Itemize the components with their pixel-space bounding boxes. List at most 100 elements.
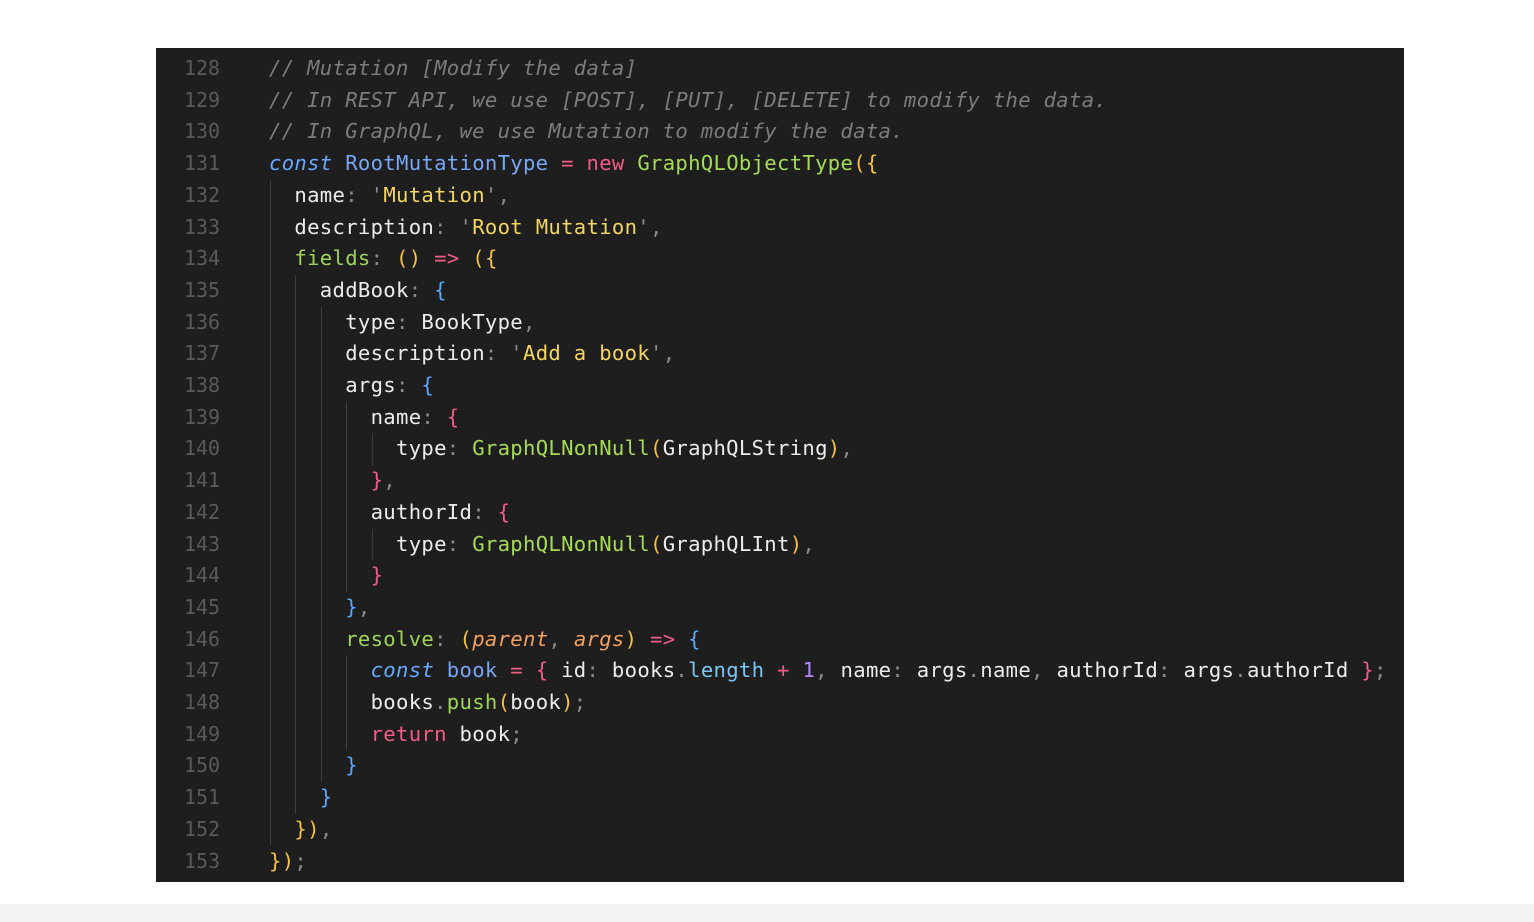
- code-token: (: [459, 626, 473, 651]
- line-number: 148: [183, 690, 221, 714]
- code-token: GraphQLString: [662, 436, 828, 461]
- code-token: Root Mutation: [472, 214, 638, 239]
- code-token: ): [789, 531, 803, 556]
- code-token: args: [345, 373, 396, 397]
- code-token: type: [396, 436, 447, 461]
- code-token: :: [586, 658, 612, 683]
- code-text: description: 'Root Mutation',: [269, 212, 663, 243]
- code-line: 148 books.push(book);: [156, 687, 1404, 718]
- code-token: BookType: [421, 309, 523, 334]
- code-line: 129 // In REST API, we use [POST], [PUT],…: [156, 85, 1404, 116]
- code-token: ': [510, 341, 523, 366]
- code-token: name: [980, 658, 1032, 683]
- code-token: }: [1361, 658, 1374, 683]
- code-token: ': [637, 214, 650, 239]
- code-token: .: [675, 658, 689, 683]
- line-number: 140: [183, 436, 221, 461]
- code-token: const: [370, 658, 435, 683]
- code-token: (): [396, 246, 422, 271]
- code-token: {: [865, 151, 879, 176]
- code-token: ,: [802, 531, 816, 556]
- code-token: :: [446, 436, 473, 461]
- code-token: authorId: [1056, 658, 1159, 683]
- code-token: ;: [510, 721, 523, 746]
- code-text: type: BookType,: [269, 307, 536, 338]
- code-token: .: [967, 658, 981, 683]
- code-token: ): [561, 690, 574, 714]
- code-token: ,: [497, 182, 511, 207]
- code-text: }: [269, 782, 333, 813]
- code-text: type: GraphQLNonNull(GraphQLString),: [269, 433, 853, 464]
- code-text: addBook: {: [269, 275, 447, 306]
- code-token: args: [916, 658, 968, 683]
- line-number: 142: [183, 499, 221, 524]
- code-token: RootMutationType: [345, 151, 549, 176]
- code-token: ): [307, 816, 320, 841]
- code-token: id: [561, 658, 587, 683]
- code-text: description: 'Add a book',: [269, 338, 675, 369]
- code-text: // In GraphQL, we use Mutation to modify…: [269, 116, 904, 147]
- code-line: 153});: [156, 846, 1404, 877]
- code-token: ): [827, 436, 841, 461]
- code-token: :: [434, 626, 460, 651]
- code-token: :: [396, 309, 422, 334]
- code-text: },: [269, 592, 371, 623]
- code-token: book: [459, 721, 511, 746]
- code-text: return book;: [269, 719, 523, 750]
- code-token: {: [497, 499, 511, 524]
- code-line: 128 // Mutation [Modify the data]: [156, 53, 1404, 84]
- code-token: Mutation: [383, 182, 485, 207]
- code-token: resolve: [345, 626, 435, 651]
- code-token: :: [1158, 658, 1184, 683]
- code-text: // In REST API, we use [POST], [PUT], [D…: [269, 85, 1107, 116]
- line-number: 135: [183, 277, 221, 302]
- code-text: name: {: [269, 402, 460, 433]
- code-token: ,: [523, 309, 536, 334]
- code-token: name: [294, 182, 346, 207]
- code-line: 141 },: [156, 465, 1404, 496]
- code-token: parent: [472, 626, 549, 651]
- code-token: book: [446, 658, 498, 683]
- code-text: }: [269, 560, 383, 591]
- line-number: 139: [183, 404, 221, 429]
- code-line: 137 description: 'Add a book',: [156, 338, 1404, 369]
- code-token: }: [370, 563, 384, 588]
- code-text: const book = { id: books.length + 1, nam…: [269, 655, 1387, 686]
- code-text: resolve: (parent, args) => {: [269, 624, 701, 655]
- code-line: 152 }),: [156, 814, 1404, 845]
- code-line: 139 name: {: [156, 402, 1404, 433]
- code-token: }: [319, 785, 333, 810]
- code-token: }: [294, 816, 308, 841]
- code-token: Add a book: [523, 341, 650, 366]
- code-text: const RootMutationType = new GraphQLObje…: [269, 148, 879, 179]
- line-number: 130: [183, 119, 221, 144]
- code-line: 136 type: BookType,: [156, 307, 1404, 338]
- line-number: 153: [183, 848, 221, 873]
- code-token: ): [281, 848, 295, 873]
- line-number: 143: [183, 531, 221, 556]
- code-token: :: [446, 531, 473, 556]
- code-text: // Mutation [Modify the data]: [269, 53, 637, 84]
- code-token: description: [345, 341, 485, 366]
- line-number: 144: [183, 563, 221, 588]
- code-token: books: [370, 690, 435, 714]
- code-token: ': [484, 182, 498, 207]
- code-text: books.push(book);: [269, 687, 587, 718]
- code-token: ,: [840, 436, 854, 461]
- code-token: (: [853, 151, 866, 176]
- line-number: 146: [183, 626, 221, 651]
- code-token: type: [345, 309, 396, 334]
- code-editor[interactable]: 128 // Mutation [Modify the data] 129 // In…: [156, 48, 1404, 882]
- code-token: {: [421, 373, 435, 397]
